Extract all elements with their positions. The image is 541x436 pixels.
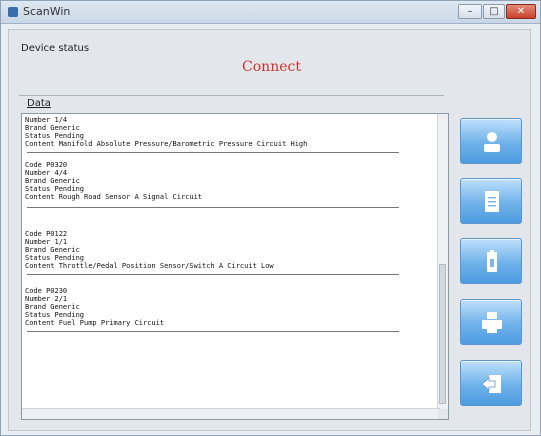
exit-button[interactable] bbox=[460, 360, 522, 406]
log-line: Code P0320 bbox=[25, 161, 68, 169]
log-entry: Code P0230 Number 2/1 Brand Generic Stat… bbox=[22, 287, 438, 332]
print-button[interactable] bbox=[460, 299, 522, 345]
scroll-thumb[interactable] bbox=[439, 264, 446, 404]
divider bbox=[19, 95, 444, 96]
entry-separator bbox=[27, 152, 399, 153]
log-line: Status Pending bbox=[25, 254, 85, 262]
log-line: Brand Generic bbox=[25, 246, 80, 254]
entry-separator bbox=[27, 331, 399, 332]
close-button[interactable]: ✕ bbox=[506, 4, 536, 19]
document-icon bbox=[485, 191, 499, 212]
horizontal-scrollbar[interactable] bbox=[22, 408, 440, 419]
log-line: Content Throttle/Pedal Position Sensor/S… bbox=[25, 262, 274, 270]
document-button[interactable] bbox=[460, 178, 522, 224]
printer-icon bbox=[482, 312, 502, 333]
log-content: Number 1/4 Brand Generic Status Pending … bbox=[22, 114, 438, 332]
vertical-scrollbar[interactable] bbox=[437, 114, 448, 409]
log-line: Brand Generic bbox=[25, 303, 80, 311]
app-icon bbox=[8, 7, 18, 17]
log-line: Content Manifold Absolute Pressure/Barom… bbox=[25, 140, 308, 148]
data-label: Data bbox=[27, 98, 51, 109]
log-entry: Code P0122 Number 1/1 Brand Generic Stat… bbox=[22, 230, 438, 275]
log-entry: Number 1/4 Brand Generic Status Pending … bbox=[22, 114, 438, 153]
exit-icon bbox=[481, 375, 501, 393]
scroll-corner bbox=[438, 409, 448, 419]
maximize-button[interactable]: □ bbox=[483, 4, 505, 19]
log-line: Code P0230 bbox=[25, 287, 68, 295]
log-line: Number 4/4 bbox=[25, 169, 68, 177]
title-bar[interactable]: ScanWin – □ ✕ bbox=[1, 1, 540, 24]
entry-separator bbox=[27, 274, 399, 275]
log-line: Content Fuel Pump Primary Circuit bbox=[25, 319, 165, 327]
window-title: ScanWin bbox=[23, 5, 71, 18]
app-window: ScanWin – □ ✕ Device status Connect Data… bbox=[0, 0, 541, 436]
data-log[interactable]: Number 1/4 Brand Generic Status Pending … bbox=[21, 113, 449, 420]
log-line: Number 1/4 bbox=[25, 116, 68, 124]
user-button[interactable] bbox=[460, 118, 522, 164]
entry-separator bbox=[27, 207, 399, 208]
device-status-label: Device status bbox=[21, 43, 90, 54]
log-line: Code P0122 bbox=[25, 230, 68, 238]
log-line: Brand Generic bbox=[25, 124, 80, 132]
clipboard-icon bbox=[487, 250, 497, 272]
log-line: Status Pending bbox=[25, 132, 85, 140]
log-line: Status Pending bbox=[25, 311, 85, 319]
minimize-button[interactable]: – bbox=[458, 4, 482, 19]
log-line: Brand Generic bbox=[25, 177, 80, 185]
connection-status: Connect bbox=[242, 59, 301, 75]
log-line: Number 1/1 bbox=[25, 238, 68, 246]
log-line: Status Pending bbox=[25, 185, 85, 193]
person-icon bbox=[484, 132, 500, 152]
log-entry: Code P0320 Number 4/4 Brand Generic Stat… bbox=[22, 161, 438, 208]
clipboard-button[interactable] bbox=[460, 238, 522, 284]
log-line: Content Rough Road Sensor A Signal Circu… bbox=[25, 193, 203, 201]
log-line: Number 2/1 bbox=[25, 295, 68, 303]
